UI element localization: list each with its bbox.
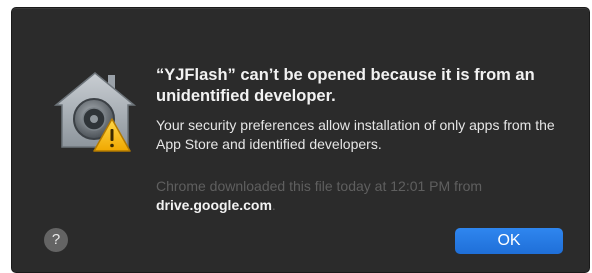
download-source-text: Chrome downloaded this file today at 12:…: [156, 177, 576, 215]
alert-dialog: “YJFlash” can’t be opened because it is …: [12, 8, 589, 272]
gatekeeper-house-warning-icon: [50, 67, 140, 157]
ok-button[interactable]: OK: [455, 228, 563, 254]
help-button[interactable]: ?: [44, 228, 68, 252]
download-source-suffix: .: [271, 197, 276, 213]
download-source-prefix: Chrome downloaded this file today at 12:…: [156, 178, 483, 194]
download-source-domain: drive.google.com: [156, 197, 272, 213]
dialog-title: “YJFlash” can’t be opened because it is …: [156, 66, 535, 105]
dialog-message: Your security preferences allow installa…: [156, 117, 555, 152]
